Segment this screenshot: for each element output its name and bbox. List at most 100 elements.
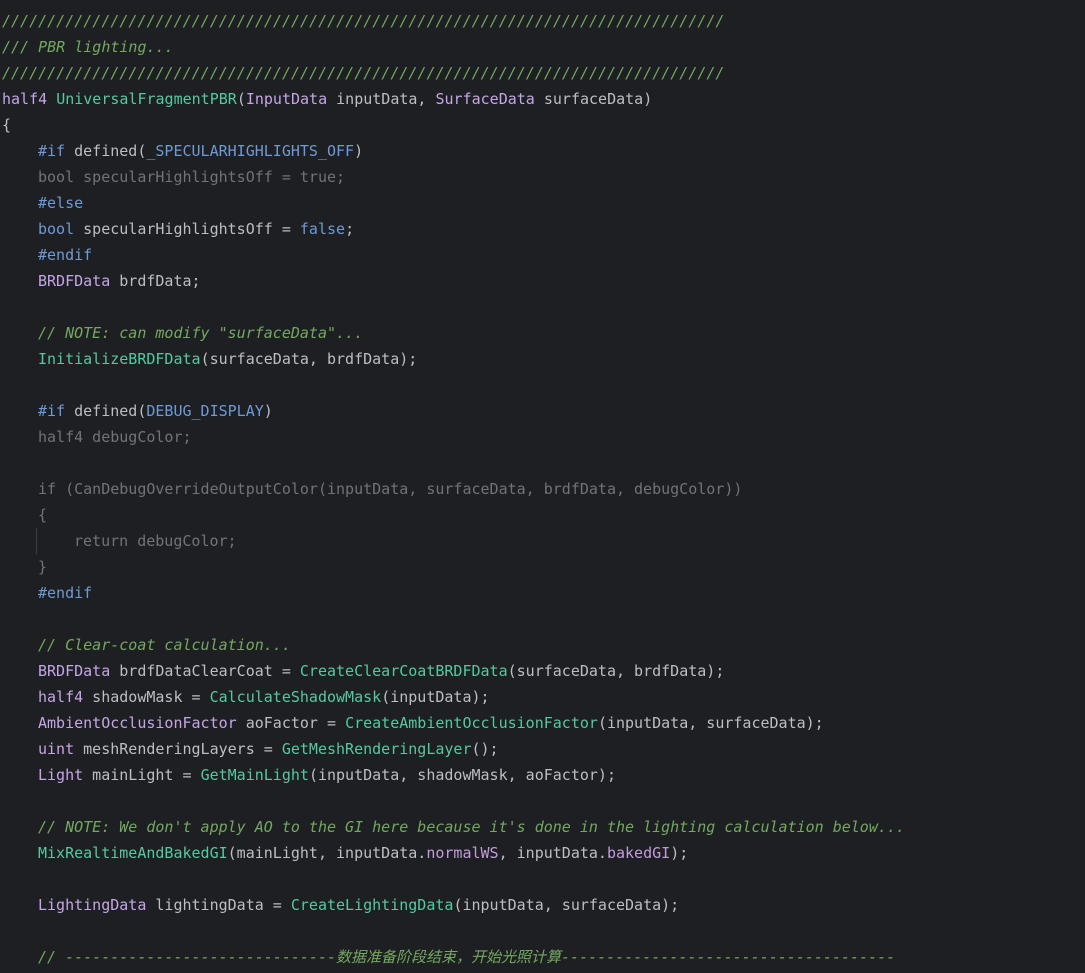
- code-token: shadowMask =: [83, 688, 210, 706]
- code-token: #endif: [38, 584, 93, 602]
- code-token: aoFactor =: [236, 714, 346, 732]
- code-line[interactable]: {: [0, 502, 1085, 528]
- code-token: (inputData, shadowMask, aoFactor);: [308, 766, 616, 784]
- code-token: ): [354, 142, 364, 160]
- code-line[interactable]: // Clear-coat calculation...: [0, 632, 1085, 658]
- code-line[interactable]: [0, 788, 1085, 814]
- code-line[interactable]: {: [0, 112, 1085, 138]
- code-token: CreateLightingData: [290, 896, 454, 914]
- code-token: surfaceData): [534, 90, 653, 108]
- code-token: (surfaceData, brdfData);: [200, 350, 418, 368]
- code-token: MixRealtimeAndBakedGI: [38, 844, 228, 862]
- code-line[interactable]: #if defined(_SPECULARHIGHLIGHTS_OFF): [0, 138, 1085, 164]
- code-token: false: [299, 220, 346, 238]
- code-token: (inputData, surfaceData);: [453, 896, 680, 914]
- code-line[interactable]: // ------------------------------数据准备阶段结…: [0, 944, 1085, 970]
- code-token: SurfaceData: [435, 90, 535, 108]
- code-token: return debugColor;: [74, 532, 237, 550]
- code-token: );: [670, 844, 689, 862]
- code-line[interactable]: #endif: [0, 580, 1085, 606]
- code-line[interactable]: [0, 372, 1085, 398]
- code-token: #endif: [38, 246, 93, 264]
- code-token: (inputData, surfaceData);: [597, 714, 824, 732]
- code-line[interactable]: half4 shadowMask = CalculateShadowMask(i…: [0, 684, 1085, 710]
- code-line[interactable]: /// PBR lighting...: [0, 34, 1085, 60]
- code-line[interactable]: InitializeBRDFData(surfaceData, brdfData…: [0, 346, 1085, 372]
- code-token: meshRenderingLayers =: [74, 740, 282, 758]
- code-line[interactable]: [0, 606, 1085, 632]
- code-token: defined(: [65, 142, 147, 160]
- code-line[interactable]: uint meshRenderingLayers = GetMeshRender…: [0, 736, 1085, 762]
- code-line[interactable]: bool specularHighlightsOff = true;: [0, 164, 1085, 190]
- code-line[interactable]: half4 debugColor;: [0, 424, 1085, 450]
- code-token: lightingData =: [146, 896, 291, 914]
- code-line[interactable]: half4 UniversalFragmentPBR(InputData inp…: [0, 86, 1085, 112]
- code-token: normalWS: [426, 844, 499, 862]
- code-token: UniversalFragmentPBR: [56, 90, 237, 108]
- code-token: // Clear-coat calculation...: [38, 636, 291, 654]
- code-token: _SPECULARHIGHLIGHTS_OFF: [146, 142, 355, 160]
- code-line[interactable]: AmbientOcclusionFactor aoFactor = Create…: [0, 710, 1085, 736]
- code-token: // ------------------------------数据准备阶段结…: [38, 948, 896, 966]
- code-line[interactable]: // NOTE: can modify "surfaceData"...: [0, 320, 1085, 346]
- code-token: BRDFData: [38, 662, 111, 680]
- code-token: brdfDataClearCoat =: [110, 662, 300, 680]
- code-token: ();: [471, 740, 499, 758]
- code-line[interactable]: if (CanDebugOverrideOutputColor(inputDat…: [0, 476, 1085, 502]
- code-token: ): [263, 402, 273, 420]
- code-line[interactable]: LightingData lightingData = CreateLighti…: [0, 892, 1085, 918]
- code-token: brdfData;: [110, 272, 201, 290]
- indent-guide: [36, 528, 37, 554]
- code-token: inputData,: [327, 90, 436, 108]
- code-token: (inputData);: [381, 688, 490, 706]
- code-line[interactable]: // NOTE: We don't apply AO to the GI her…: [0, 814, 1085, 840]
- code-line[interactable]: ////////////////////////////////////////…: [0, 60, 1085, 86]
- code-token: if (CanDebugOverrideOutputColor(inputDat…: [38, 480, 743, 498]
- code-token: (surfaceData, brdfData);: [507, 662, 725, 680]
- code-line[interactable]: MixRealtimeAndBakedGI(mainLight, inputDa…: [0, 840, 1085, 866]
- code-line[interactable]: return debugColor;: [0, 528, 1085, 554]
- code-line[interactable]: [0, 866, 1085, 892]
- code-line[interactable]: }: [0, 554, 1085, 580]
- code-line[interactable]: #else: [0, 190, 1085, 216]
- code-token: LightingData: [38, 896, 147, 914]
- code-line[interactable]: Light mainLight = GetMainLight(inputData…: [0, 762, 1085, 788]
- code-token: #if: [38, 402, 66, 420]
- code-line[interactable]: [0, 450, 1085, 476]
- code-token: bakedGI: [606, 844, 671, 862]
- code-token: bool: [38, 220, 75, 238]
- code-token: #if: [38, 142, 66, 160]
- code-token: /// PBR lighting...: [2, 38, 174, 56]
- code-token: bool specularHighlightsOff = true;: [38, 168, 346, 186]
- code-token: half4: [38, 688, 84, 706]
- code-token: half4: [2, 90, 57, 108]
- code-token: InputData: [245, 90, 328, 108]
- code-area[interactable]: ////////////////////////////////////////…: [0, 8, 1085, 970]
- code-token: uint: [38, 740, 75, 758]
- code-token: AmbientOcclusionFactor: [38, 714, 237, 732]
- code-line[interactable]: #if defined(DEBUG_DISPLAY): [0, 398, 1085, 424]
- code-line[interactable]: #endif: [0, 242, 1085, 268]
- code-token: // NOTE: can modify "surfaceData"...: [38, 324, 364, 342]
- code-token: ////////////////////////////////////////…: [2, 12, 725, 30]
- code-token: GetMainLight: [200, 766, 309, 784]
- code-token: CreateAmbientOcclusionFactor: [345, 714, 598, 732]
- code-token: (mainLight, inputData.: [227, 844, 427, 862]
- code-token: DEBUG_DISPLAY: [146, 402, 264, 420]
- code-token: InitializeBRDFData: [38, 350, 201, 368]
- code-token: }: [38, 558, 48, 576]
- code-line[interactable]: [0, 918, 1085, 944]
- code-token: Light: [38, 766, 84, 784]
- code-token: (: [236, 90, 246, 108]
- code-token: half4 debugColor;: [38, 428, 192, 446]
- code-token: {: [2, 116, 12, 134]
- code-line[interactable]: BRDFData brdfData;: [0, 268, 1085, 294]
- code-editor[interactable]: ////////////////////////////////////////…: [0, 0, 1085, 973]
- code-token: , inputData.: [498, 844, 607, 862]
- code-line[interactable]: [0, 294, 1085, 320]
- code-line[interactable]: ////////////////////////////////////////…: [0, 8, 1085, 34]
- code-token: CreateClearCoatBRDFData: [299, 662, 508, 680]
- code-line[interactable]: BRDFData brdfDataClearCoat = CreateClear…: [0, 658, 1085, 684]
- code-line[interactable]: bool specularHighlightsOff = false;: [0, 216, 1085, 242]
- code-token: #else: [38, 194, 84, 212]
